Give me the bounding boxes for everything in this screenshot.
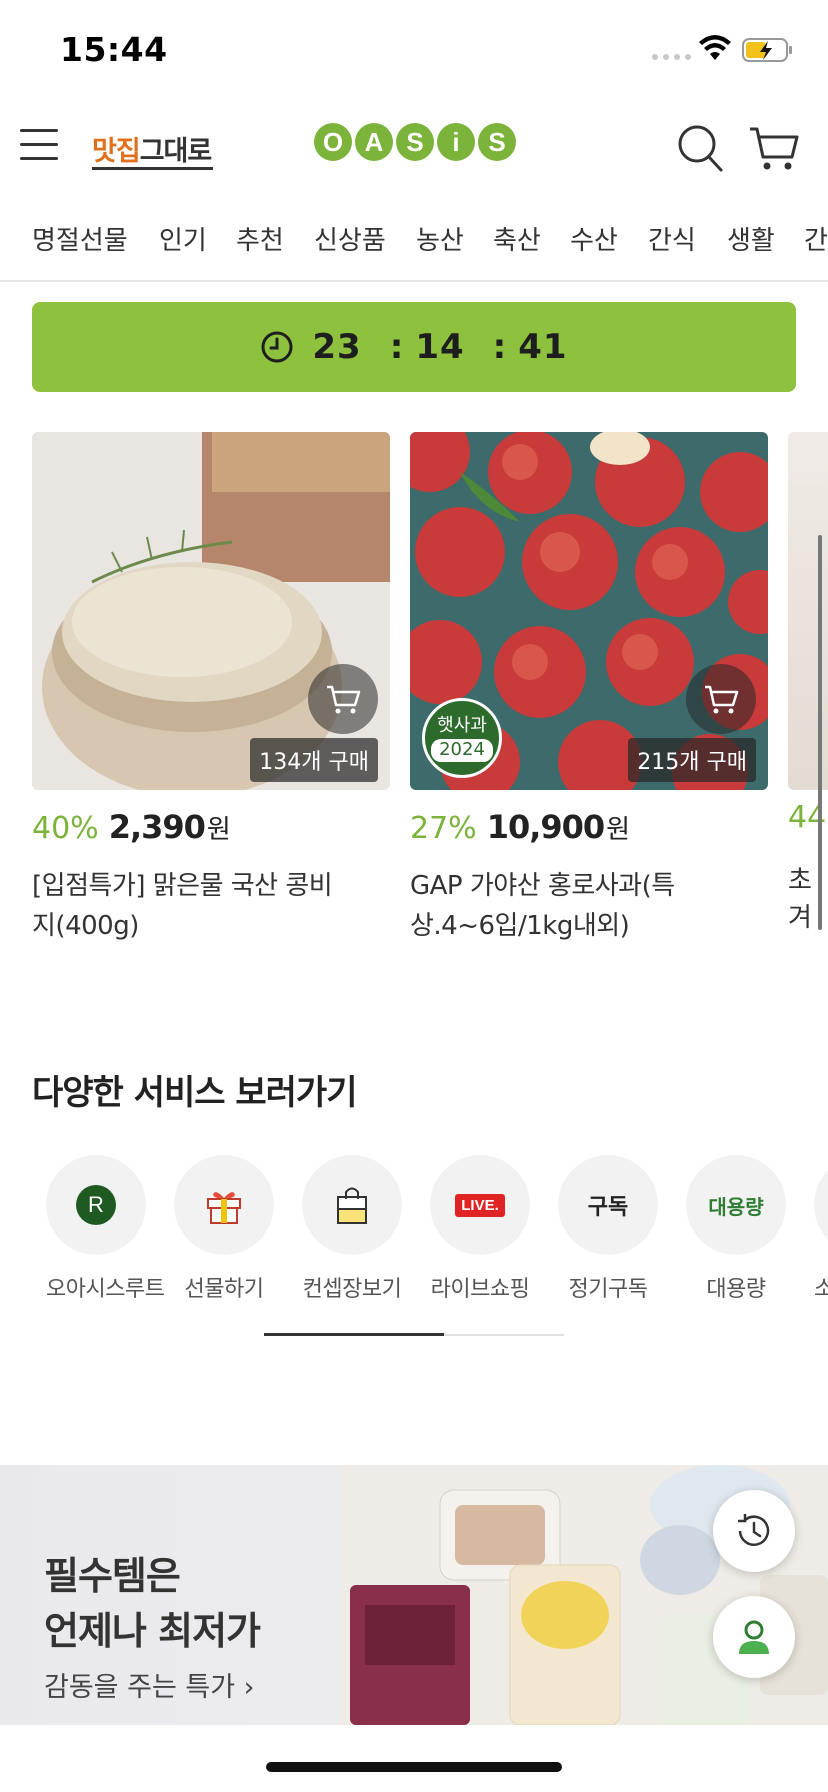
cart-icon: [705, 685, 739, 714]
service-oasis-route[interactable]: R 오아시스루트: [46, 1155, 165, 1303]
product-name[interactable]: [입점특가] 맑은물 국산 콩비 지(400g): [32, 866, 390, 946]
price-row: 40% 2,390 원: [32, 808, 390, 846]
subscription-icon: 구독: [587, 1195, 629, 1220]
category-tab[interactable]: 간: [804, 220, 828, 257]
product-image[interactable]: 134개 구매: [32, 432, 390, 790]
service-bulk[interactable]: 대용량 대용량: [686, 1155, 786, 1303]
add-to-cart-button[interactable]: [308, 664, 378, 734]
service-peek[interactable]: 소: [814, 1155, 828, 1303]
category-tab[interactable]: 생활: [727, 220, 775, 257]
product-name[interactable]: GAP 가야산 홍로사과(특 상.4~6입/1kg내외): [410, 866, 768, 946]
product-name-peek: 초겨: [788, 866, 812, 933]
deal-countdown-timer: 23 : 14 : 41: [32, 302, 796, 392]
recent-history-button[interactable]: [713, 1490, 795, 1572]
cart-icon: [327, 685, 361, 714]
vertical-scrollbar[interactable]: [818, 535, 822, 930]
currency: 원: [606, 815, 631, 845]
cart-icon[interactable]: [748, 123, 800, 173]
timer-hours: 23: [312, 327, 362, 367]
cellular-signal-icon: [652, 54, 691, 60]
timer-minutes: 14: [415, 327, 465, 367]
route-icon: R: [76, 1185, 116, 1225]
history-icon: [738, 1514, 770, 1546]
product-card[interactable]: 햇사과 2024 215개 구매 27% 10,900 원 GAP 가야산 홍로…: [410, 432, 768, 946]
oasis-logo[interactable]: O A S i S: [314, 123, 516, 161]
product-image-peek[interactable]: [788, 432, 828, 790]
new-apple-badge: 햇사과 2024: [422, 698, 502, 778]
price: 10,900: [486, 808, 605, 846]
app-header: 맛집그대로 O A S i S: [0, 105, 828, 185]
category-tab[interactable]: 추천: [236, 220, 284, 257]
discount-rate: 27%: [410, 811, 477, 846]
category-tab[interactable]: 신상품: [314, 220, 386, 257]
live-icon: LIVE.: [455, 1193, 505, 1217]
category-nav: 명절선물 인기 추천 신상품 농산 축산 수산 간식 생활 간: [0, 212, 828, 282]
purchase-count-label: 215개 구매: [628, 738, 756, 782]
price: 2,390: [108, 808, 206, 846]
battery-icon: [742, 38, 792, 62]
discount-rate: 40%: [32, 811, 99, 846]
product-card[interactable]: 134개 구매 40% 2,390 원 [입점특가] 맑은물 국산 콩비 지(4…: [32, 432, 390, 946]
status-time: 15:44: [60, 30, 168, 69]
timer-separator: :: [492, 327, 507, 367]
purchase-count-label: 134개 구매: [250, 738, 378, 782]
services-scroll-thumb[interactable]: [264, 1333, 444, 1336]
timer-seconds: 41: [518, 327, 568, 367]
service-concept-shopping[interactable]: 컨셉장보기: [302, 1155, 402, 1303]
category-tab[interactable]: 명절선물: [32, 220, 128, 257]
home-indicator[interactable]: [266, 1762, 562, 1772]
timer-separator: :: [389, 327, 404, 367]
matjip-brand-logo[interactable]: 맛집그대로: [92, 129, 214, 170]
my-page-button[interactable]: [713, 1596, 795, 1678]
bulk-icon: 대용량: [708, 1194, 764, 1219]
user-icon: [739, 1620, 769, 1654]
currency: 원: [206, 815, 231, 845]
banner-title-line2: 언제나 최저가: [44, 1609, 261, 1653]
category-tab[interactable]: 농산: [416, 220, 464, 257]
gift-icon: [207, 1192, 241, 1224]
clock-icon: [261, 331, 293, 363]
add-to-cart-button[interactable]: [686, 664, 756, 734]
soy-pulp-bowl-image: [32, 432, 390, 790]
services-section-title: 다양한 서비스 보러가기: [32, 1073, 357, 1113]
service-gift[interactable]: 선물하기: [174, 1155, 274, 1303]
service-subscription[interactable]: 구독 정기구독: [558, 1155, 658, 1303]
category-tab[interactable]: 수산: [570, 220, 618, 257]
banner-subtitle-link[interactable]: 감동을 주는 특가 ›: [44, 1665, 254, 1704]
status-bar: 15:44: [0, 0, 828, 100]
wifi-icon: [699, 35, 731, 60]
product-image[interactable]: 햇사과 2024 215개 구매: [410, 432, 768, 790]
search-icon[interactable]: [676, 123, 724, 173]
shopping-bag-icon: [337, 1187, 367, 1224]
price-row: 27% 10,900 원: [410, 808, 768, 846]
category-tab[interactable]: 간식: [648, 220, 696, 257]
banner-title-line1: 필수템은: [44, 1554, 181, 1598]
promo-banner[interactable]: 필수템은 언제나 최저가 감동을 주는 특가 ›: [0, 1465, 828, 1725]
category-tab[interactable]: 축산: [493, 220, 541, 257]
category-tab[interactable]: 인기: [159, 220, 207, 257]
service-live-shopping[interactable]: LIVE. 라이브쇼핑: [430, 1155, 530, 1303]
hamburger-menu-icon[interactable]: [20, 129, 60, 163]
